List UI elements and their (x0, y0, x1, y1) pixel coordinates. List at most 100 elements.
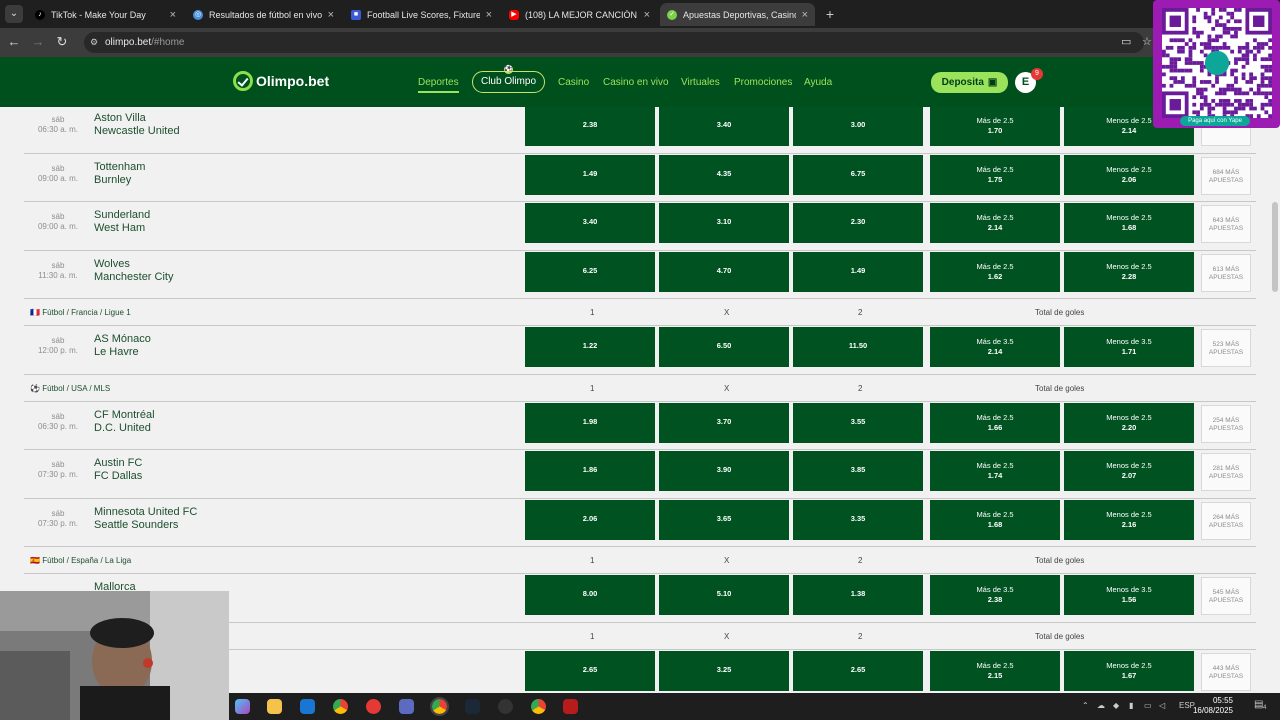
odd-button-1[interactable]: 1.86 (525, 451, 655, 491)
away-team[interactable]: Seattle Sounders (94, 519, 178, 532)
odd-button-2[interactable]: 6.75 (793, 154, 923, 195)
odd-button-2[interactable]: 2.30 (793, 203, 923, 243)
over-button[interactable]: Más de 2.5 1.75 (930, 154, 1060, 195)
close-icon[interactable]: × (802, 9, 808, 21)
odd-button-2[interactable]: 3.00 (793, 107, 923, 146)
over-button[interactable]: Más de 3.5 2.38 (930, 575, 1060, 615)
odd-button-x[interactable]: 3.40 (659, 107, 789, 146)
deposit-button[interactable]: Deposita ▣ (931, 72, 1008, 93)
close-icon[interactable]: × (328, 9, 334, 21)
outlook-icon[interactable] (300, 699, 315, 714)
steam-icon[interactable] (465, 699, 480, 714)
close-icon[interactable]: × (170, 9, 176, 21)
discord-icon[interactable] (399, 699, 414, 714)
odd-button-1[interactable]: 1.98 (525, 402, 655, 443)
home-team[interactable]: Wolves (94, 258, 130, 271)
tray-volume-icon[interactable]: ◁ (1159, 701, 1165, 710)
nav-casino[interactable]: Casino (558, 77, 589, 88)
over-button[interactable]: Más de 2.5 1.68 (930, 499, 1060, 540)
odd-button-x[interactable]: 3.25 (659, 650, 789, 691)
home-team[interactable]: Sunderland (94, 209, 150, 222)
file-explorer-icon[interactable] (267, 699, 282, 714)
under-button[interactable]: Menos de 2.5 2.28 (1064, 251, 1194, 292)
under-button[interactable]: Menos de 2.5 2.07 (1064, 451, 1194, 491)
under-button[interactable]: Menos de 3.5 1.56 (1064, 575, 1194, 615)
odd-button-2[interactable]: 2.65 (793, 650, 923, 691)
nav-club-olimpo[interactable]: Club Olimpo (472, 71, 545, 93)
site-logo[interactable]: Olimpo.bet (233, 71, 329, 91)
league-name[interactable]: ⚽ Fútbol / USA / MLS (30, 384, 110, 393)
odd-button-x[interactable]: 3.70 (659, 402, 789, 443)
browser-tab-active[interactable]: ✓ Apuestas Deportivas, Casino O × (660, 3, 815, 26)
odd-button-x[interactable]: 3.90 (659, 451, 789, 491)
cast-icon[interactable]: ▭ (1121, 35, 1131, 48)
away-team[interactable]: FC Dallas (94, 470, 142, 483)
away-team[interactable]: Burnley (94, 174, 131, 187)
home-team[interactable]: CF Montréal (94, 409, 155, 422)
bookmark-star-icon[interactable]: ☆ (1142, 35, 1152, 48)
reload-icon[interactable]: ↻ (54, 34, 70, 50)
nav-deportes[interactable]: Deportes (418, 77, 459, 93)
over-button[interactable]: Más de 2.5 2.15 (930, 650, 1060, 691)
odd-button-1[interactable]: 2.38 (525, 107, 655, 146)
tray-mic-icon[interactable]: ▮ (1129, 701, 1133, 710)
copilot-icon[interactable] (235, 699, 250, 714)
tray-cloud-icon[interactable]: ☁ (1097, 701, 1105, 710)
tab-search-button[interactable]: ⌄ (5, 5, 23, 23)
odd-button-x[interactable]: 4.35 (659, 154, 789, 195)
odd-button-x[interactable]: 4.70 (659, 251, 789, 292)
home-team[interactable]: Tottenham (94, 161, 145, 174)
more-bets-button[interactable]: 443 MÁS APUESTAS (1201, 652, 1251, 691)
dota-icon[interactable] (563, 699, 578, 714)
away-team[interactable]: Le Havre (94, 346, 139, 359)
under-button[interactable]: Menos de 3.5 1.71 (1064, 327, 1194, 367)
nav-casino-en-vivo[interactable]: Casino en vivo (603, 77, 669, 88)
odd-button-x[interactable]: 3.10 (659, 203, 789, 243)
under-button[interactable]: Menos de 2.5 1.67 (1064, 650, 1194, 691)
away-team[interactable]: Manchester City (94, 271, 173, 284)
clock[interactable]: 05:55 16/08/2025 (1191, 696, 1233, 716)
chrome-active-icon[interactable] (430, 697, 449, 716)
odd-button-2[interactable]: 11.50 (793, 327, 923, 367)
over-button[interactable]: Más de 2.5 1.74 (930, 451, 1060, 491)
more-bets-button[interactable]: 523 MÁS APUESTAS (1201, 329, 1251, 367)
obs-icon[interactable] (498, 699, 513, 714)
odd-button-1[interactable]: 1.49 (525, 154, 655, 195)
odd-button-x[interactable]: 6.50 (659, 327, 789, 367)
browser-tab[interactable]: ▶ (108) LA MEJOR CANCIÓN DE I × (502, 3, 657, 26)
league-name[interactable]: 🇫🇷 Fútbol / Francia / Ligue 1 (30, 308, 131, 317)
forward-arrow-icon[interactable]: → (30, 34, 46, 49)
odd-button-1[interactable]: 1.22 (525, 327, 655, 367)
away-team[interactable]: D.C. United (94, 422, 151, 435)
over-button[interactable]: Más de 2.5 1.62 (930, 251, 1060, 292)
tray-chevron-icon[interactable]: ⌃ (1082, 701, 1089, 710)
more-bets-button[interactable]: 684 MÁS APUESTAS (1201, 156, 1251, 195)
odd-button-1[interactable]: 8.00 (525, 575, 655, 615)
opera-icon[interactable] (366, 699, 381, 714)
nav-promociones[interactable]: Promociones (734, 77, 792, 88)
back-arrow-icon[interactable]: ← (6, 34, 22, 49)
site-info-icon[interactable]: ⚙ (90, 32, 98, 53)
browser-tab[interactable]: ■ Football Live Scores, Fixtures & × (344, 3, 499, 26)
league-name[interactable]: 🇪🇸 Fútbol / España / La Liga (30, 556, 131, 565)
away-team[interactable]: Newcastle United (94, 125, 180, 138)
browser-tab[interactable]: ♪ TikTok - Make Your Day × (28, 3, 183, 26)
page-scrollbar[interactable] (1270, 107, 1280, 693)
chrome-icon[interactable] (333, 699, 348, 714)
odd-button-1[interactable]: 6.25 (525, 251, 655, 292)
odd-button-2[interactable]: 3.85 (793, 451, 923, 491)
browser-tab[interactable]: ◎ Resultados de fútbol en vivo, M × (186, 3, 341, 26)
odd-button-x[interactable]: 5.10 (659, 575, 789, 615)
more-bets-button[interactable]: 613 MÁS APUESTAS (1201, 253, 1251, 292)
more-bets-button[interactable]: 254 MÁS APUESTAS (1201, 404, 1251, 443)
nav-virtuales[interactable]: Virtuales (681, 77, 720, 88)
under-button[interactable]: Menos de 2.5 2.06 (1064, 154, 1194, 195)
odd-button-2[interactable]: 1.49 (793, 251, 923, 292)
home-team[interactable]: AS Mónaco (94, 333, 151, 346)
close-icon[interactable]: × (644, 9, 650, 21)
scrollbar-thumb[interactable] (1272, 202, 1278, 292)
over-button[interactable]: Más de 2.5 2.14 (930, 203, 1060, 243)
odd-button-1[interactable]: 3.40 (525, 203, 655, 243)
more-bets-button[interactable]: 545 MÁS APUESTAS (1201, 577, 1251, 615)
chrome-profile-icon[interactable] (531, 699, 546, 714)
